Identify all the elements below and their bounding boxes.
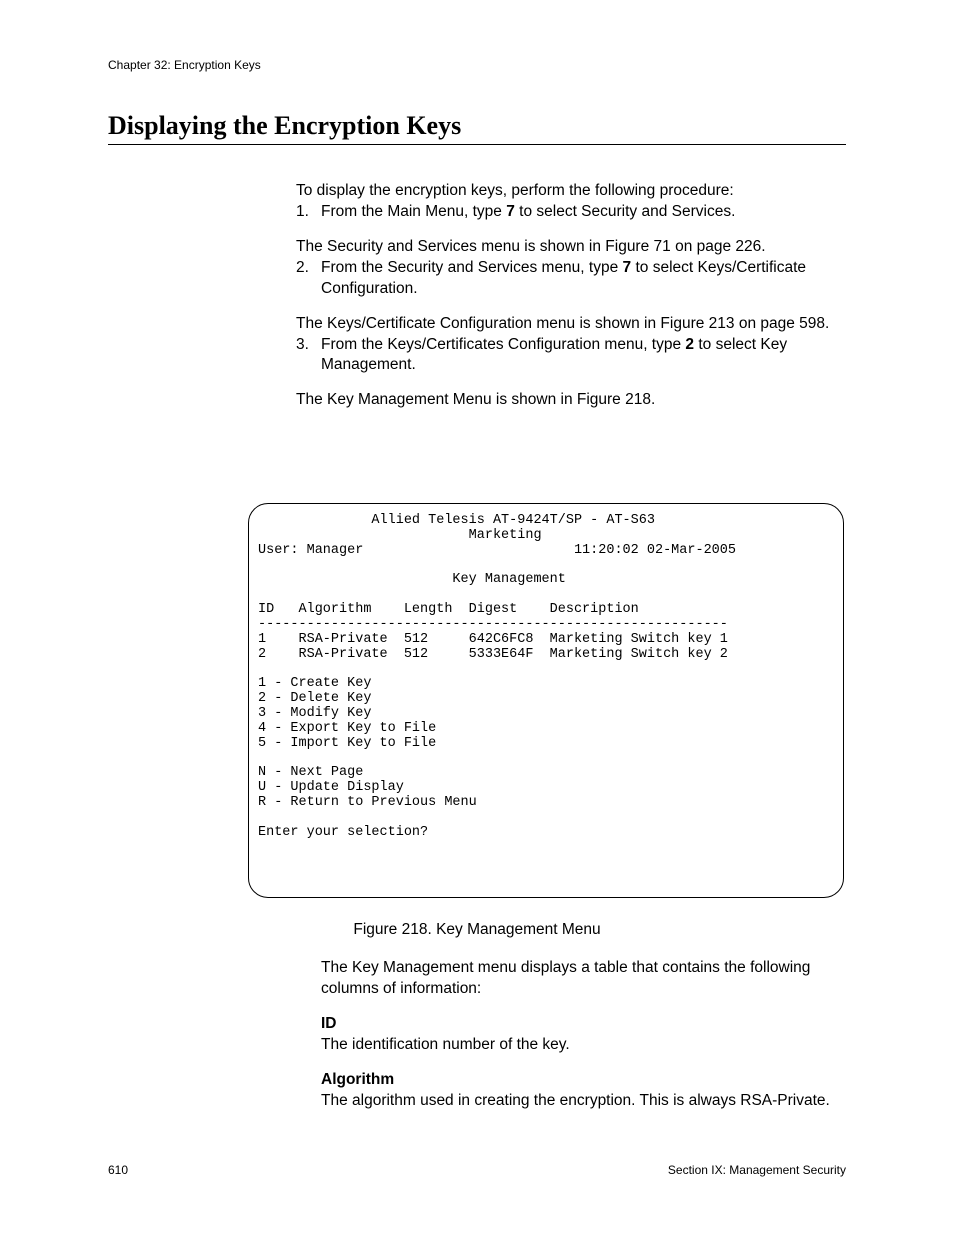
step-1: 1. From the Main Menu, type 7 to select … [296,202,846,223]
step-2-followup: The Keys/Certificate Configuration menu … [296,314,846,335]
step-1-followup: The Security and Services menu is shown … [296,237,846,258]
figure-caption: Figure 218. Key Management Menu [0,921,954,939]
step-body: From the Main Menu, type 7 to select Sec… [321,202,846,223]
post-intro: The Key Management menu displays a table… [321,958,846,1000]
step-body: From the Keys/Certificates Configuration… [321,335,846,377]
term-id-desc: The identification number of the key. [321,1035,846,1056]
content-column: To display the encryption keys, perform … [296,181,846,411]
step-bold: 7 [506,203,515,220]
terminal-menu-box: Allied Telesis AT-9424T/SP - AT-S63 Mark… [248,503,844,898]
section-title: Displaying the Encryption Keys [108,111,461,141]
term-id-label: ID [321,1014,846,1035]
chapter-header: Chapter 32: Encryption Keys [108,58,261,72]
step-text-b: to select Security and Services. [515,203,736,220]
post-content: The Key Management menu displays a table… [321,958,846,1112]
section-footer: Section IX: Management Security [668,1163,846,1177]
step-number: 2. [296,258,321,300]
page-number: 610 [108,1163,128,1177]
step-3: 3. From the Keys/Certificates Configurat… [296,335,846,377]
term-algorithm-desc: The algorithm used in creating the encry… [321,1091,846,1112]
step-body: From the Security and Services menu, typ… [321,258,846,300]
step-number: 3. [296,335,321,377]
step-text-a: From the Security and Services menu, typ… [321,259,623,276]
step-text-a: From the Keys/Certificates Configuration… [321,336,685,353]
step-bold: 2 [685,336,694,353]
step-2: 2. From the Security and Services menu, … [296,258,846,300]
step-bold: 7 [623,259,632,276]
step-number: 1. [296,202,321,223]
step-3-followup: The Key Management Menu is shown in Figu… [296,390,846,411]
intro-paragraph: To display the encryption keys, perform … [296,181,846,202]
title-rule [108,144,846,145]
step-text-a: From the Main Menu, type [321,203,506,220]
term-algorithm-label: Algorithm [321,1070,846,1091]
